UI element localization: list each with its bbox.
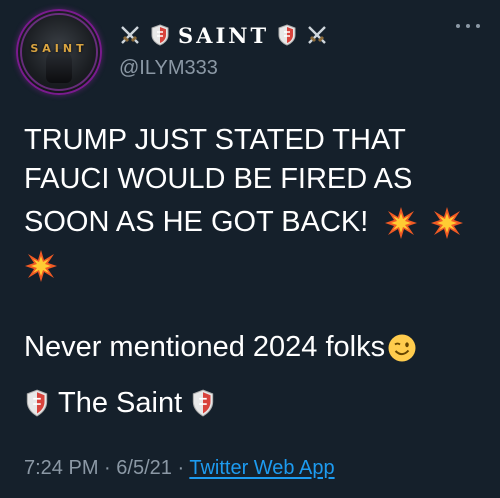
- tweet-text-line-3: SOON AS HE GOT BACK!: [24, 199, 484, 246]
- tweet-meta: 7:24 PM · 6/5/21 · Twitter Web App: [24, 457, 335, 480]
- tweet-source-link[interactable]: Twitter Web App: [189, 457, 334, 479]
- author-handle[interactable]: @ILYM333: [119, 57, 218, 80]
- crossed-swords-icon: [118, 23, 142, 47]
- more-options-button[interactable]: [456, 18, 480, 34]
- collision-icon: [384, 206, 418, 240]
- tweet-text-line: FAUCI WOULD BE FIRED AS: [24, 163, 413, 195]
- tweet-time[interactable]: 7:24 PM: [24, 457, 98, 479]
- signature-text: The Saint: [58, 387, 183, 419]
- more-dot-icon: [456, 24, 460, 28]
- author-name-row[interactable]: SAINT: [118, 20, 329, 50]
- more-dot-icon: [466, 24, 470, 28]
- tweet-text-line: TRUMP JUST STATED THAT: [24, 124, 406, 156]
- avatar[interactable]: SAINT: [16, 9, 102, 95]
- display-name: SAINT: [178, 22, 270, 48]
- avatar-text: SAINT: [30, 42, 88, 55]
- tweet-paragraph-2-text: Never mentioned 2024 folks: [24, 331, 386, 363]
- tweet-paragraph-2: Never mentioned 2024 folks: [24, 327, 417, 367]
- shield-icon: [148, 23, 172, 47]
- shield-icon: [275, 23, 299, 47]
- collision-icon: [430, 206, 464, 240]
- tweet-signature: The Saint: [24, 383, 216, 423]
- shield-icon: [24, 388, 50, 418]
- collision-icon: [24, 249, 58, 283]
- tweet-text-line-content: SOON AS HE GOT BACK!: [24, 206, 369, 238]
- meta-separator: ·: [177, 457, 185, 479]
- tweet-text-line-4: [24, 246, 484, 285]
- shield-icon: [190, 388, 216, 418]
- tweet: SAINT SAINT @ILYM333 TRUMP JUST STATED T…: [0, 0, 500, 498]
- winking-face-icon: [387, 333, 417, 363]
- crossed-swords-icon: [305, 23, 329, 47]
- tweet-date[interactable]: 6/5/21: [116, 457, 172, 479]
- meta-separator: ·: [104, 457, 111, 479]
- more-dot-icon: [476, 24, 480, 28]
- tweet-text: TRUMP JUST STATED THAT FAUCI WOULD BE FI…: [24, 121, 484, 285]
